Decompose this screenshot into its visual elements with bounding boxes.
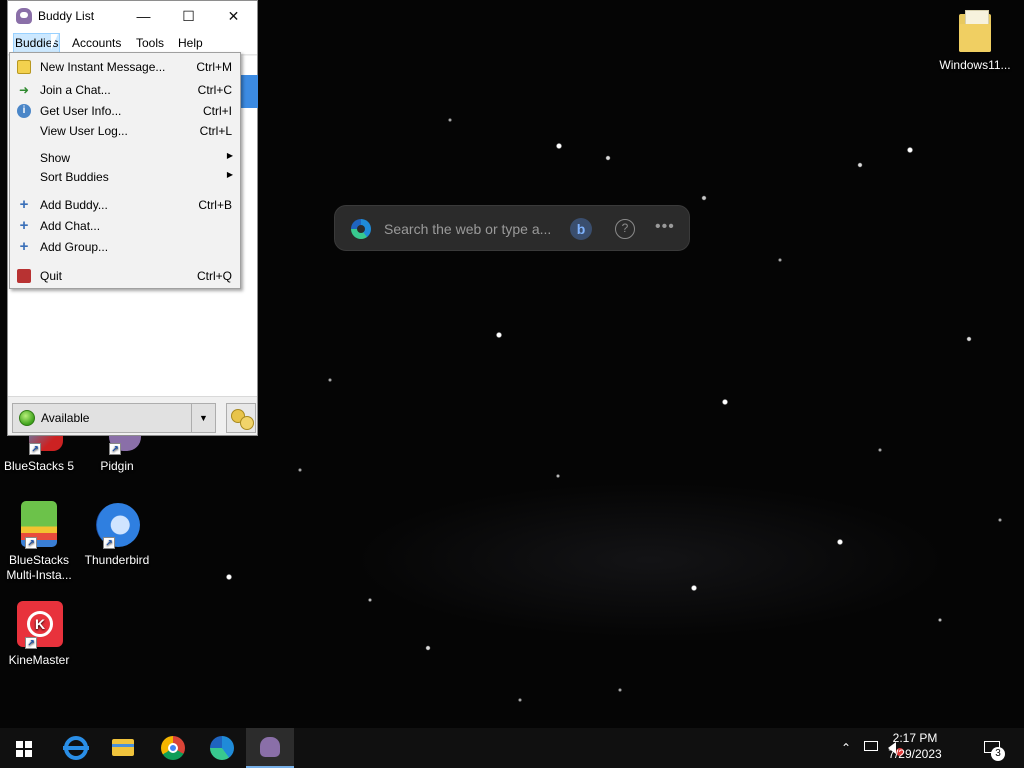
folder-icon [112,739,134,756]
taskbar-pidgin[interactable] [246,728,294,768]
buddies-dropdown-menu: New Instant Message... Ctrl+M ➜ Join a C… [9,52,241,289]
kinemaster-icon: K ↗ [15,601,63,649]
show-hidden-icons-chevron-icon[interactable]: ⌃ [838,728,854,768]
clock-time: 2:17 PM [892,731,938,745]
taskbar-edge[interactable] [197,728,245,768]
bing-icon[interactable]: b [570,218,592,240]
menu-item-add-buddy[interactable]: + Add Buddy... Ctrl+B [10,195,240,215]
desktop-icon-label: BlueStacks Multi-Insta... [6,553,72,582]
web-search-bar[interactable]: Search the web or type a... b ? ••• [334,205,690,251]
start-button[interactable] [0,728,48,768]
desktop-icon-label: Pidgin [100,459,134,473]
window-title: Buddy List [38,9,95,23]
shortcut-arrow-icon: ↗ [29,443,41,455]
desktop-icon-label: Thunderbird [84,553,150,567]
taskbar-internet-explorer[interactable] [51,728,99,768]
notifications-icon[interactable]: 3 [982,728,1005,768]
menu-item-add-group[interactable]: + Add Group... [10,237,240,257]
edge-icon [351,219,371,239]
plus-icon: + [19,196,29,213]
pidgin-app-icon [16,8,32,24]
desktop-icon-label: BlueStacks 5 [3,459,75,473]
menu-help[interactable]: Help [177,33,204,53]
plus-icon: + [19,238,29,255]
status-bar: Available ▼ [8,396,257,435]
selected-buddy-row[interactable] [240,75,258,108]
chevron-down-icon[interactable]: ▼ [191,404,215,432]
taskbar-file-explorer[interactable] [99,728,147,768]
close-button[interactable]: ✕ [211,1,256,31]
notification-count-badge: 3 [991,747,1005,761]
plus-icon: + [19,217,29,234]
desktop-icon-kinemaster[interactable]: K ↗ KineMaster [0,601,78,668]
desktop-icon-thunderbird[interactable]: ↗ Thunderbird [78,501,156,568]
menu-tools[interactable]: Tools [135,33,165,53]
maximize-button[interactable]: ☐ [166,1,211,31]
menu-item-new-instant-message[interactable]: New Instant Message... Ctrl+M [10,57,240,77]
help-icon[interactable]: ? [615,219,635,239]
shortcut-arrow-icon: ↗ [25,637,37,649]
desktop-icon-label: Windows11... [939,58,1011,72]
menu-item-view-user-log[interactable]: View User Log... Ctrl+L [10,121,240,141]
mouse-cursor-icon [51,34,58,50]
join-chat-icon: ➜ [18,83,30,97]
submenu-arrow-icon: ▶ [226,151,233,160]
title-bar[interactable]: Buddy List — ☐ ✕ [8,1,257,31]
desktop-icon-windows11-folder[interactable]: Windows11... [936,10,1014,73]
status-selector[interactable]: Available ▼ [12,403,216,433]
folder-icon [955,10,995,54]
menu-item-add-chat[interactable]: + Add Chat... [10,216,240,236]
clock[interactable]: 2:17 PM 7/29/2023 [876,730,954,762]
status-label: Available [41,411,90,425]
menu-item-join-a-chat[interactable]: ➜ Join a Chat... Ctrl+C [10,80,240,100]
menu-item-show[interactable]: Show ▶ [10,148,240,168]
edge-icon [210,736,234,760]
pidgin-icon [260,737,280,757]
menu-accounts[interactable]: Accounts [71,33,122,53]
clock-date: 7/29/2023 [888,747,942,761]
thunderbird-icon: ↗ [93,501,141,549]
desktop-icon-bluestacks-multi-instance[interactable]: ↗ BlueStacks Multi-Insta... [0,501,78,583]
shortcut-arrow-icon: ↗ [25,537,37,549]
available-status-icon [19,410,35,426]
taskbar: ⌃ 2:17 PM 7/29/2023 3 [0,728,1024,768]
menu-item-sort-buddies[interactable]: Sort Buddies ▶ [10,167,240,187]
quit-icon [17,269,31,283]
status-message-button[interactable] [226,403,256,433]
info-icon: i [17,104,31,118]
menu-item-get-user-info[interactable]: i Get User Info... Ctrl+I [10,101,240,121]
search-input[interactable]: Search the web or type a... [384,221,551,237]
new-message-icon [17,60,31,74]
bluestacks-multi-instance-icon: ↗ [15,501,63,549]
menu-item-quit[interactable]: Quit Ctrl+Q [10,266,240,286]
desktop-icon-label: KineMaster [8,653,70,667]
windows-logo-icon [16,741,32,757]
taskbar-chrome[interactable] [148,728,196,768]
more-options-icon[interactable]: ••• [655,218,675,236]
shortcut-arrow-icon: ↗ [109,443,121,455]
submenu-arrow-icon: ▶ [226,170,233,179]
shortcut-arrow-icon: ↗ [103,537,115,549]
minimize-button[interactable]: — [121,1,166,31]
